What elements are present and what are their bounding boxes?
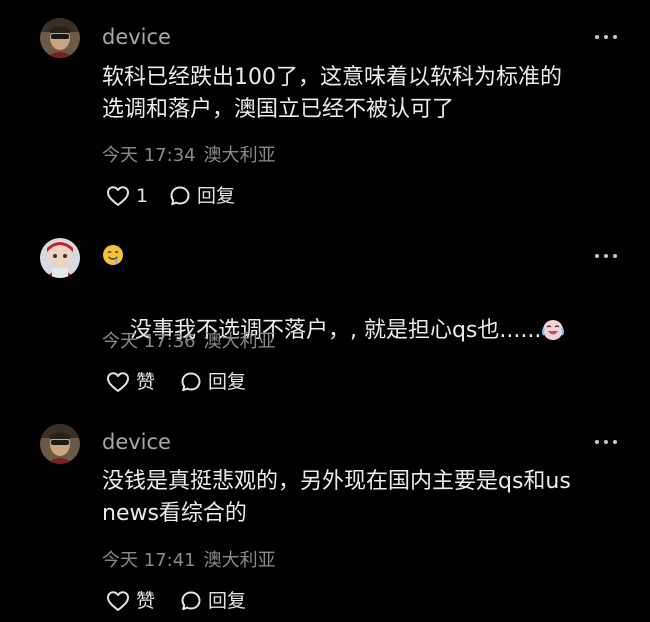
chat-bubble-icon bbox=[181, 372, 201, 392]
user-avatar[interactable] bbox=[40, 238, 80, 278]
comment-meta: 今天 17:36 澳大利亚 bbox=[102, 331, 276, 353]
reply-label: 回复 bbox=[197, 185, 236, 207]
comment-location: 澳大利亚 bbox=[203, 145, 276, 166]
username[interactable]: device bbox=[102, 429, 171, 455]
comment-meta: 今天 17:34 澳大利亚 bbox=[102, 145, 276, 167]
like-button[interactable]: 1 bbox=[106, 184, 148, 208]
comment-location: 澳大利亚 bbox=[203, 550, 276, 571]
reply-button[interactable]: 回复 bbox=[180, 370, 246, 394]
like-count: 1 bbox=[136, 185, 149, 207]
more-options-icon[interactable] bbox=[593, 438, 619, 446]
comment-text: 软科已经跌出100了，这意味着以软科为标准的 选调和落户，澳国立已经不被认可了 bbox=[102, 65, 562, 122]
chat-bubble-icon bbox=[170, 186, 190, 206]
reply-label: 回复 bbox=[208, 590, 247, 612]
comment-time: 今天 17:34 bbox=[102, 145, 196, 166]
crying-laughing-emoji bbox=[541, 317, 565, 341]
comment-time: 今天 17:41 bbox=[102, 550, 196, 571]
chat-bubble-icon bbox=[181, 591, 201, 611]
heart-icon bbox=[107, 372, 129, 392]
more-options-icon[interactable] bbox=[593, 252, 619, 260]
comment-meta: 今天 17:41 澳大利亚 bbox=[102, 550, 276, 572]
comment-text: 没钱是真挺悲观的，另外现在国内主要是qs和us news看综合的 bbox=[102, 469, 571, 526]
username[interactable]: device bbox=[102, 24, 171, 50]
user-avatar[interactable] bbox=[40, 424, 80, 464]
reply-button[interactable]: 回复 bbox=[169, 184, 235, 208]
like-label: 赞 bbox=[136, 590, 156, 612]
reply-button[interactable]: 回复 bbox=[180, 589, 246, 613]
heart-icon bbox=[107, 591, 129, 611]
like-label: 赞 bbox=[136, 371, 156, 393]
comment-time: 今天 17:36 bbox=[102, 331, 196, 352]
reply-label: 回复 bbox=[208, 371, 247, 393]
like-button[interactable]: 赞 bbox=[106, 589, 155, 613]
more-options-icon[interactable] bbox=[593, 33, 619, 41]
comment-location: 澳大利亚 bbox=[203, 331, 276, 352]
heart-icon bbox=[107, 186, 129, 206]
drooling-face-emoji[interactable] bbox=[102, 244, 124, 266]
user-avatar[interactable] bbox=[40, 18, 80, 58]
like-button[interactable]: 赞 bbox=[106, 370, 155, 394]
